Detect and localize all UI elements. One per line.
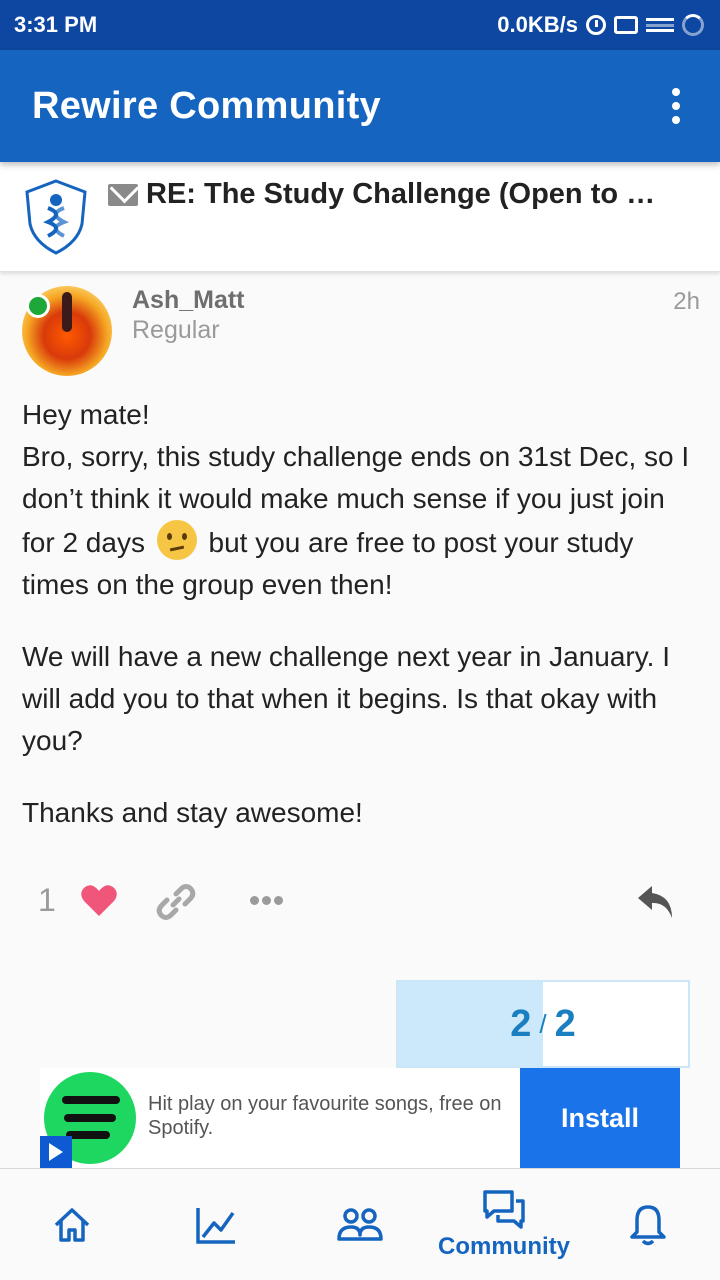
online-status-dot [26, 294, 50, 318]
sim-icon [614, 16, 638, 34]
reply-icon[interactable] [636, 884, 676, 920]
post-text: Hey mate! [22, 399, 150, 430]
chart-icon [196, 1208, 235, 1244]
post-body: Hey mate! Bro, sorry, this study challen… [22, 394, 702, 864]
page-indicator[interactable]: 2 / 2 [396, 980, 690, 1068]
post-paragraph: Thanks and stay awesome! [22, 797, 363, 828]
loading-icon [682, 14, 704, 36]
mail-icon [108, 183, 138, 206]
ad-text: Hit play on your favourite songs, free o… [148, 1093, 502, 1139]
bell-icon [630, 1205, 666, 1246]
nav-item-notifications[interactable] [616, 1169, 680, 1280]
topic-header[interactable]: RE: The Study Challenge (Open to U... [0, 162, 720, 272]
post-paragraph: Hey mate! Bro, sorry, this study challen… [22, 394, 702, 606]
ad-banner[interactable]: Hit play on your favourite songs, free o… [40, 1068, 680, 1168]
home-icon [54, 1208, 90, 1242]
heart-icon[interactable] [80, 884, 118, 918]
link-icon[interactable] [156, 882, 196, 922]
alarm-icon [586, 15, 606, 35]
status-time: 3:31 PM [14, 12, 98, 37]
user-rank: Regular [132, 316, 220, 344]
status-bar: 3:31 PM 0.0KB/s [0, 0, 720, 50]
topic-title: RE: The Study Challenge (Open to U... [146, 178, 668, 210]
post-username[interactable]: Ash_Matt [132, 286, 245, 315]
post-actions: 1 [0, 880, 720, 926]
app-bar: Rewire Community [0, 50, 720, 162]
app-title: Rewire Community [32, 84, 381, 127]
current-page: 2 [510, 1002, 532, 1045]
people-icon [337, 1208, 383, 1241]
chat-bubbles-icon [483, 1190, 525, 1229]
confused-face-emoji-icon [156, 520, 197, 560]
nav-item-community[interactable]: Community [430, 1169, 578, 1280]
like-count[interactable]: 1 [38, 882, 56, 919]
forum-logo [25, 179, 87, 255]
post: Ash_Matt Regular 2h Hey mate! Bro, sorry… [0, 272, 720, 972]
nav-item-stats[interactable] [184, 1169, 248, 1280]
post-time: 2h [673, 288, 700, 315]
post-paragraph: We will have a new challenge next year i… [22, 641, 670, 756]
net-speed: 0.0KB/s [497, 12, 578, 37]
signal-bars-icon [646, 18, 674, 32]
adchoices-icon[interactable] [40, 1136, 72, 1168]
status-icons: 0.0KB/s [497, 12, 704, 38]
install-button[interactable]: Install [520, 1068, 680, 1168]
page-separator: / [539, 1008, 547, 1039]
more-horizontal-icon[interactable] [250, 896, 283, 905]
bottom-nav: Community [0, 1168, 720, 1280]
more-vertical-icon[interactable] [664, 80, 688, 132]
nav-item-home[interactable] [40, 1169, 104, 1280]
topic-title-row: RE: The Study Challenge (Open to U... [108, 178, 668, 211]
total-pages: 2 [554, 1002, 576, 1045]
nav-item-people[interactable] [328, 1169, 392, 1280]
nav-label-community: Community [438, 1233, 570, 1260]
